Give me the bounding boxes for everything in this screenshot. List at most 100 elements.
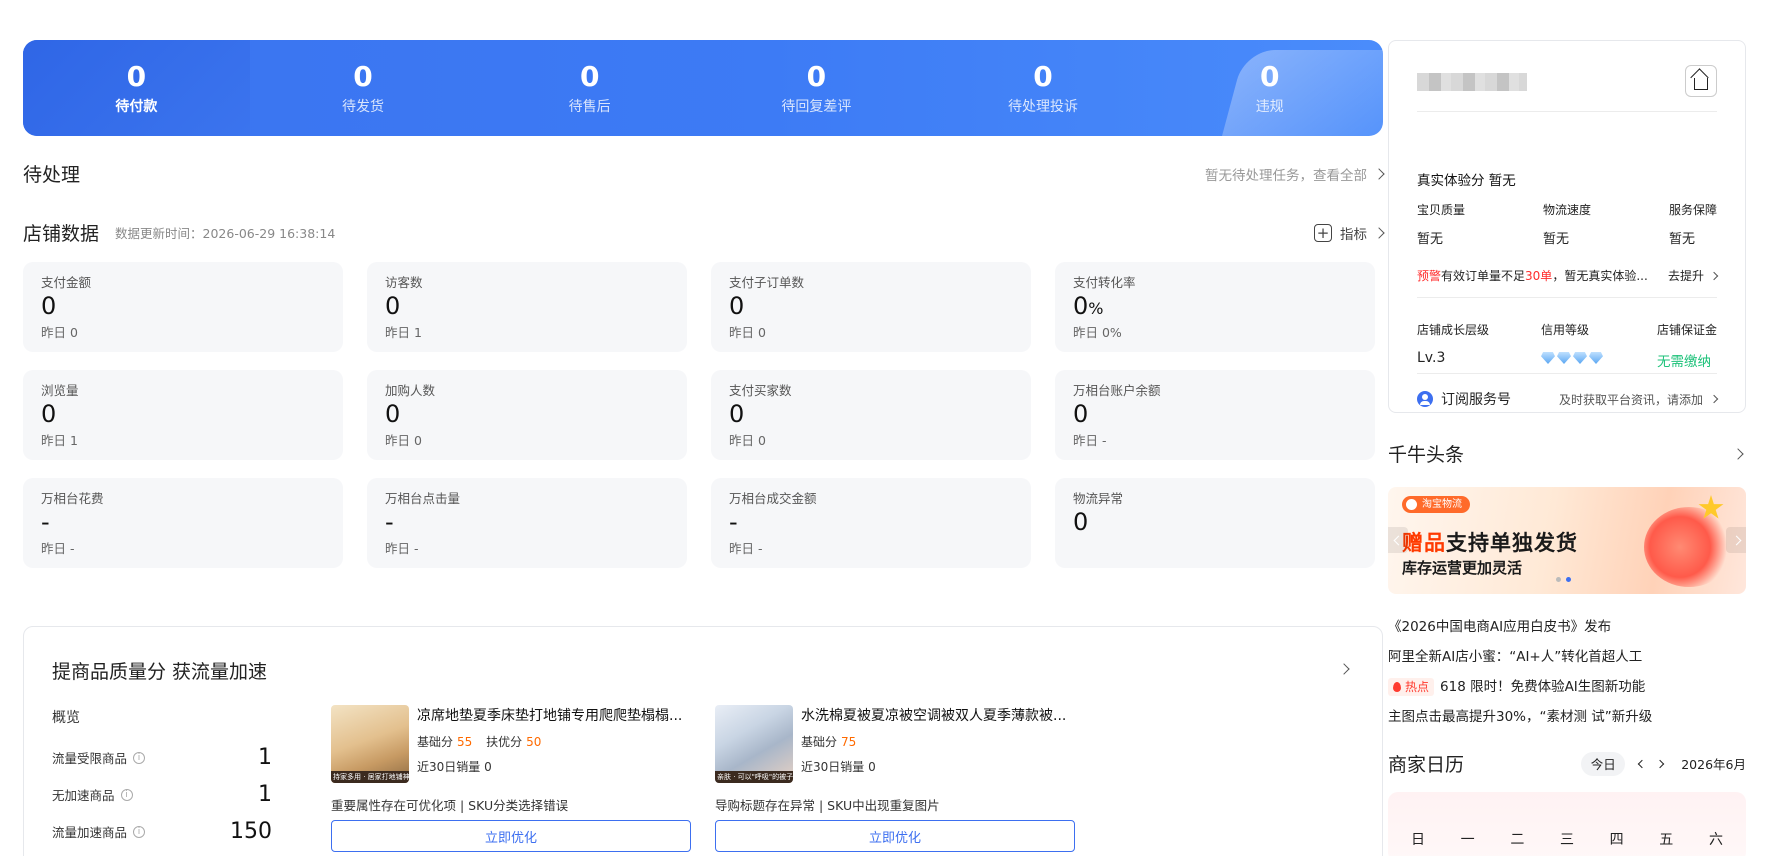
metric-card-payment-amount[interactable]: 支付金额 0 昨日 0	[23, 262, 343, 352]
chevron-left-icon[interactable]	[1637, 759, 1647, 768]
chevron-right-icon[interactable]	[1338, 663, 1350, 675]
subscribe-hint: 及时获取平台资讯，请添加	[1559, 391, 1719, 408]
view-all-pending-link[interactable]: 暂无待处理任务，查看全部	[1205, 164, 1385, 184]
overview-row-restricted[interactable]: 流量受限商品 i 1	[52, 739, 272, 776]
news-banner[interactable]: 淘宝物流 赠品支持单独发货 库存运营更加灵活	[1388, 487, 1746, 594]
news-item[interactable]: 《2026中国电商AI应用白皮书》发布	[1388, 612, 1746, 642]
metric-card-conversion-rate[interactable]: 支付转化率 0% 昨日 0%	[1055, 262, 1375, 352]
improve-link[interactable]: 去提升	[1668, 267, 1719, 284]
metric-yesterday: 昨日 0	[41, 325, 78, 340]
news-item[interactable]: 阿里全新AI店小蜜：“AI+人”转化首超人工	[1388, 642, 1746, 672]
shop-home-button[interactable]	[1685, 65, 1717, 97]
product-thumbnail[interactable]: 亲肤 · 可以"呼吸"的被子	[715, 705, 793, 783]
metric-service: 服务保障 暂无	[1668, 203, 1717, 247]
status-count: 0	[1259, 60, 1280, 93]
credit-level[interactable]: 信用等级	[1541, 321, 1605, 370]
chevron-right-icon[interactable]	[1732, 447, 1744, 460]
chevron-right-icon	[1373, 226, 1385, 239]
metric-card-visitors[interactable]: 访客数 0 昨日 1	[367, 262, 687, 352]
metric-card-add-to-cart[interactable]: 加购人数 0 昨日 0	[367, 370, 687, 460]
pending-section-header: 待处理 暂无待处理任务，查看全部	[23, 160, 1385, 187]
metric-card-sub-orders[interactable]: 支付子订单数 0 昨日 0	[711, 262, 1031, 352]
status-count: 0	[806, 60, 827, 93]
metric-value: 0	[1073, 400, 1089, 428]
status-pending-shipment[interactable]: 0 待发货	[250, 40, 477, 136]
chevron-right-icon[interactable]	[1655, 759, 1665, 768]
status-complaints[interactable]: 0 待处理投诉	[930, 40, 1157, 136]
status-label: 待付款	[115, 99, 158, 115]
thumbnail-tag: 亲肤 · 可以"呼吸"的被子	[715, 771, 793, 783]
overview-title: 概览	[52, 710, 80, 726]
metric-card-paying-buyers[interactable]: 支付买家数 0 昨日 0	[711, 370, 1031, 460]
warning-text: 有效订单量不足30单，暂无真实体验...	[1441, 269, 1648, 283]
chevron-right-icon	[1731, 535, 1741, 545]
metric-value: 0	[385, 400, 401, 428]
status-count: 0	[1033, 60, 1053, 93]
metric-card-ad-spend[interactable]: 万相台花费 - 昨日 -	[23, 478, 343, 568]
shop-name-redacted	[1417, 73, 1527, 91]
product-name[interactable]: 凉席地垫夏季床垫打地铺专用爬爬垫榻榻...	[417, 705, 691, 725]
status-count: 0	[579, 60, 600, 93]
metric-value: 0	[1073, 508, 1089, 536]
status-label: 待处理投诉	[1008, 99, 1079, 115]
news-list: 《2026中国电商AI应用白皮书》发布 阿里全新AI店小蜜：“AI+人”转化首超…	[1388, 612, 1746, 732]
metric-label: 加购人数	[385, 383, 436, 398]
banner-prev-button[interactable]	[1388, 527, 1408, 553]
optimize-button[interactable]: 立即优化	[715, 820, 1075, 852]
subscribe-row[interactable]: 订阅服务号 及时获取平台资讯，请添加	[1417, 389, 1719, 409]
overview-row-no-boost[interactable]: 无加速商品 i 1	[52, 776, 272, 813]
divider	[1417, 373, 1717, 374]
metric-yesterday: 昨日 -	[41, 541, 75, 556]
overview-row-boosted[interactable]: 流量加速商品 i 150	[52, 813, 272, 850]
banner-pagination	[1556, 577, 1571, 582]
metric-yesterday: 昨日 -	[729, 541, 763, 556]
overview-value: 1	[258, 782, 272, 807]
product-thumbnail[interactable]: 持家多用 · 居家打地铺神器	[331, 705, 409, 783]
status-label: 待售后	[568, 99, 611, 115]
shop-data-header: 店铺数据 数据更新时间：2026-06-29 16:38:14 + 指标	[23, 219, 1385, 246]
status-label: 待回复差评	[781, 99, 852, 115]
metric-card-logistics-exceptions[interactable]: 物流异常 0	[1055, 478, 1375, 568]
metric-card-page-views[interactable]: 浏览量 0 昨日 1	[23, 370, 343, 460]
fire-icon	[1393, 682, 1401, 692]
today-button[interactable]: 今日	[1581, 751, 1626, 776]
optimize-button[interactable]: 立即优化	[331, 820, 691, 852]
info-icon[interactable]: i	[133, 751, 146, 764]
metric-card-ad-balance[interactable]: 万相台账户余额 0 昨日 -	[1055, 370, 1375, 460]
shop-deposit[interactable]: 店铺保证金 无需缴纳	[1657, 321, 1717, 370]
metric-label: 访客数	[385, 275, 423, 290]
product-name[interactable]: 水洗棉夏被夏凉被空调被双人夏季薄款被...	[801, 705, 1075, 725]
banner-illustration	[1644, 507, 1734, 587]
metric-yesterday: 昨日 0%	[1073, 325, 1122, 340]
metric-goods-quality: 宝贝质量 暂无	[1417, 203, 1466, 247]
divider	[1417, 111, 1717, 112]
page-dot-active[interactable]	[1566, 577, 1571, 582]
divider	[1417, 297, 1717, 298]
status-after-sales[interactable]: 0 待售后	[476, 40, 703, 136]
metric-card-ad-gmv[interactable]: 万相台成交金额 - 昨日 -	[711, 478, 1031, 568]
weekday-label: 四	[1609, 832, 1624, 848]
metric-label: 浏览量	[41, 383, 79, 398]
news-item[interactable]: 热点 618 限时！免费体验AI生图新功能	[1388, 672, 1746, 702]
status-negative-reviews[interactable]: 0 待回复差评	[703, 40, 930, 136]
metric-card-ad-clicks[interactable]: 万相台点击量 - 昨日 -	[367, 478, 687, 568]
metric-value: 0	[729, 400, 745, 428]
indicator-button[interactable]: + 指标	[1314, 223, 1385, 243]
product-sales: 近30日销量 0	[801, 760, 876, 774]
status-label: 待发货	[342, 99, 384, 115]
overview-value: 150	[230, 819, 272, 844]
status-violations[interactable]: 0 违规	[1156, 40, 1383, 136]
news-item[interactable]: 主图点击最高提升30%，“素材测 试”新升级	[1388, 702, 1746, 732]
page-dot[interactable]	[1556, 577, 1561, 582]
banner-next-button[interactable]	[1726, 527, 1746, 553]
weekday-label: 日	[1411, 832, 1425, 848]
product-info: 凉席地垫夏季床垫打地铺专用爬爬垫榻榻... 基础分 55 扶优分 50 近30日销量…	[417, 705, 691, 775]
metric-value: 0	[385, 292, 401, 320]
growth-level[interactable]: 店铺成长层级 Lv.3	[1417, 321, 1489, 370]
info-icon[interactable]: i	[133, 825, 146, 838]
metric-label: 万相台花费	[41, 491, 104, 506]
info-icon[interactable]: i	[120, 788, 133, 801]
status-pending-payment[interactable]: 0 待付款	[23, 40, 250, 136]
product-scores: 基础分 75	[801, 735, 857, 749]
overview-label: 流量受限商品	[52, 751, 128, 766]
